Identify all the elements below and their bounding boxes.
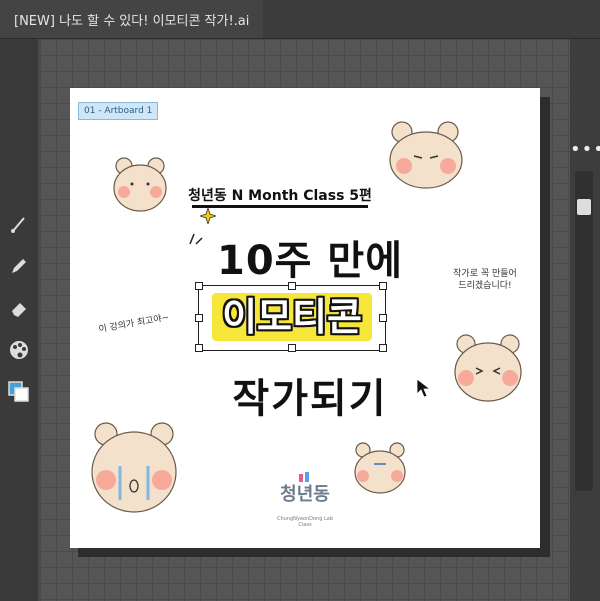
resize-handle[interactable]: [379, 282, 387, 290]
resize-handle[interactable]: [288, 344, 296, 352]
zoom-slider[interactable]: [575, 171, 593, 491]
svg-text:청년동: 청년동: [280, 484, 330, 505]
resize-handle[interactable]: [195, 344, 203, 352]
resize-handle[interactable]: [379, 314, 387, 322]
title-bar: [NEW] 나도 할 수 있다! 이모티콘 작가!.ai: [0, 0, 600, 39]
poster-headline-2[interactable]: 이모티콘: [212, 293, 372, 341]
bear-sticker[interactable]: [88, 420, 180, 516]
bear-sticker[interactable]: [110, 156, 170, 214]
right-panel: •••: [570, 39, 600, 601]
resize-handle[interactable]: [288, 282, 296, 290]
cursor-arrow-icon: [416, 378, 432, 398]
handwritten-note-left: 이 강의가 최고야~: [98, 312, 170, 336]
handwritten-note-right: 작가로 꼭 만들어 드리겠습니다!: [453, 269, 517, 291]
poster-headline-1[interactable]: 10주 만에: [200, 228, 420, 286]
tool-panel: [0, 39, 38, 601]
more-options-icon[interactable]: •••: [570, 139, 600, 160]
artboard[interactable]: 01 - Artboard 1 청년동 N Month Class 5편 10주…: [70, 88, 540, 548]
artboard-label[interactable]: 01 - Artboard 1: [78, 102, 159, 120]
eraser-icon[interactable]: [6, 295, 32, 321]
document-tab[interactable]: [NEW] 나도 할 수 있다! 이모티콘 작가!.ai: [0, 0, 264, 38]
palette-icon[interactable]: [6, 337, 32, 363]
brush-icon[interactable]: [6, 211, 32, 237]
resize-handle[interactable]: [195, 314, 203, 322]
bear-sticker[interactable]: [386, 120, 466, 190]
poster-headline-3[interactable]: 작가되기: [200, 366, 420, 424]
poster-subtitle[interactable]: 청년동 N Month Class 5편: [180, 185, 380, 209]
pencil-icon[interactable]: [6, 253, 32, 279]
brand-logo: 청년동 ChungNyeonDong Lab Class: [275, 468, 335, 528]
sparkle-icon: [200, 208, 216, 224]
resize-handle[interactable]: [195, 282, 203, 290]
zoom-slider-thumb[interactable]: [577, 199, 591, 215]
swatches-icon[interactable]: [6, 379, 32, 405]
resize-handle[interactable]: [379, 344, 387, 352]
brand-logo-subtext: ChungNyeonDong Lab Class: [276, 516, 334, 528]
bear-sticker[interactable]: [352, 440, 408, 496]
bear-sticker[interactable]: [452, 332, 524, 404]
